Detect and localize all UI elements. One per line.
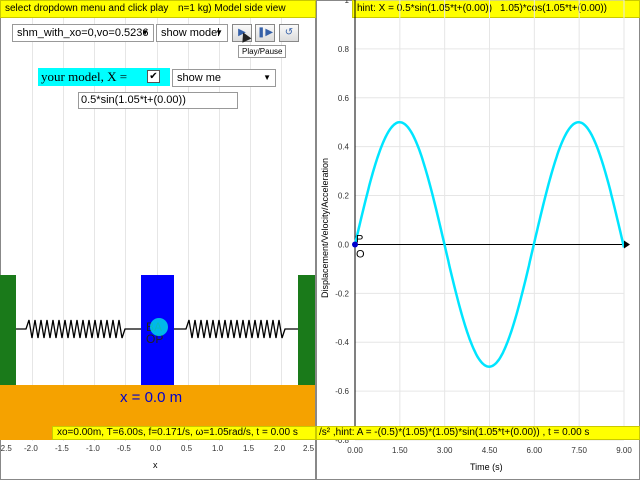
left-wall <box>0 275 16 385</box>
status-text-left: xo=0.00m, T=6.00s, f=0.171/s, ω=1.05rad/… <box>57 427 298 438</box>
x-tick: -2.0 <box>24 444 38 453</box>
step-forward-icon: ❚▶ <box>256 27 274 38</box>
chart-svg: 10.80.60.40.20.0-0.2-0.4-0.6-0.80.00 1.50… <box>335 0 632 455</box>
x-tick-label: 4.50 <box>482 446 498 455</box>
reset-button[interactable]: ↺ <box>279 24 299 42</box>
marker-label-o: O <box>356 248 365 260</box>
status-bar-right: /s² ,hint: A = -(0.5)*(1.05)*(1.05)*sin(… <box>316 426 640 440</box>
x-tick-label: 7.50 <box>571 446 587 455</box>
x-tick-label: 1.50 <box>392 446 408 455</box>
chevron-down-icon: ▼ <box>141 28 149 37</box>
x-tick-label: 0.00 <box>347 446 363 455</box>
position-label: x = 0.0 m <box>120 389 183 406</box>
position-readout: x = 0.0 m <box>120 389 182 406</box>
title-text: n=1 kg) Model side view <box>178 3 286 14</box>
x-tick: -2.5 <box>0 444 12 453</box>
show-me-value: show me <box>177 72 222 84</box>
x-tick: 0.0 <box>150 444 162 453</box>
y-tick-label: 0.4 <box>338 143 350 152</box>
left-spring <box>16 319 141 339</box>
reset-icon: ↺ <box>284 27 294 38</box>
show-model-checkbox[interactable]: ✔ <box>147 70 160 83</box>
model-formula-input[interactable]: 0.5*sin(1.05*t+(0.00)) <box>78 92 238 109</box>
x-axis-title: Time (s) <box>470 462 503 472</box>
x-tick: 2.0 <box>274 444 286 453</box>
step-forward-button[interactable]: ❚▶ <box>255 24 275 42</box>
model-select[interactable]: shm_with_xo=0,vo=0.5236 ▼ <box>12 24 154 42</box>
chevron-down-icon: ▼ <box>263 73 271 82</box>
x-axis-arrow-icon <box>624 240 630 249</box>
play-pause-tooltip: Play/Pause <box>238 45 287 58</box>
status-bar-left: xo=0.00m, T=6.00s, f=0.171/s, ω=1.05rad/… <box>52 426 316 440</box>
y-tick-label: -0.4 <box>335 338 349 347</box>
x-tick: 1.5 <box>243 444 255 453</box>
x-tick: -1.5 <box>55 444 69 453</box>
your-model-label: your model, X = <box>41 69 128 84</box>
y-tick-label: 0.0 <box>338 240 350 249</box>
x-tick: 1.0 <box>212 444 224 453</box>
x-tick: 2.5 <box>303 444 315 453</box>
x-tick-label: 9.00 <box>616 446 632 455</box>
chevron-down-icon: ▼ <box>215 28 223 37</box>
y-tick-label: 0.6 <box>338 94 350 103</box>
x-tick: -1.0 <box>86 444 100 453</box>
status-text-right: /s² ,hint: A = -(0.5)*(1.05)*(1.05)*sin(… <box>319 427 590 438</box>
mass-marker-dot <box>150 318 168 336</box>
view-select-value: show model <box>161 27 220 39</box>
x-axis-label-text: x <box>153 460 158 470</box>
x-tick: -0.5 <box>117 444 131 453</box>
view-select[interactable]: show model ▼ <box>156 24 228 42</box>
x-axis-label: x <box>153 460 158 470</box>
y-axis-label-text: Displacement/Velocity/Acceleration <box>320 157 330 299</box>
right-wall <box>298 275 315 385</box>
y-tick-label: 0.2 <box>338 192 350 201</box>
y-tick-label: -0.6 <box>335 387 349 396</box>
show-me-select[interactable]: show me ▼ <box>172 69 276 87</box>
y-tick-label: 1 <box>345 0 350 5</box>
y-tick-label: -0.2 <box>335 289 349 298</box>
y-axis-label: Displacement/Velocity/Acceleration <box>320 113 330 343</box>
title-fragment: n=1 kg) Model side view <box>178 1 286 17</box>
x-tick-label: 6.00 <box>527 446 543 455</box>
x-tick-label: 3.00 <box>437 446 453 455</box>
model-formula-value: 0.5*sin(1.05*t+(0.00)) <box>81 94 186 106</box>
y-tick-label: 0.8 <box>338 45 350 54</box>
x-axis-title-text: Time (s) <box>470 462 503 472</box>
marker-label-p: P <box>356 233 363 245</box>
x-axis-ticks: -2.5 -2.0 -1.5 -1.0 -0.5 0.0 0.5 1.0 1.5… <box>0 444 316 456</box>
right-spring <box>173 319 298 339</box>
tooltip-text: Play/Pause <box>242 47 283 56</box>
x-tick: 0.5 <box>181 444 193 453</box>
model-select-value: shm_with_xo=0,vo=0.5236 <box>17 27 149 39</box>
instruction-text: select dropdown menu and click play <box>5 3 169 14</box>
